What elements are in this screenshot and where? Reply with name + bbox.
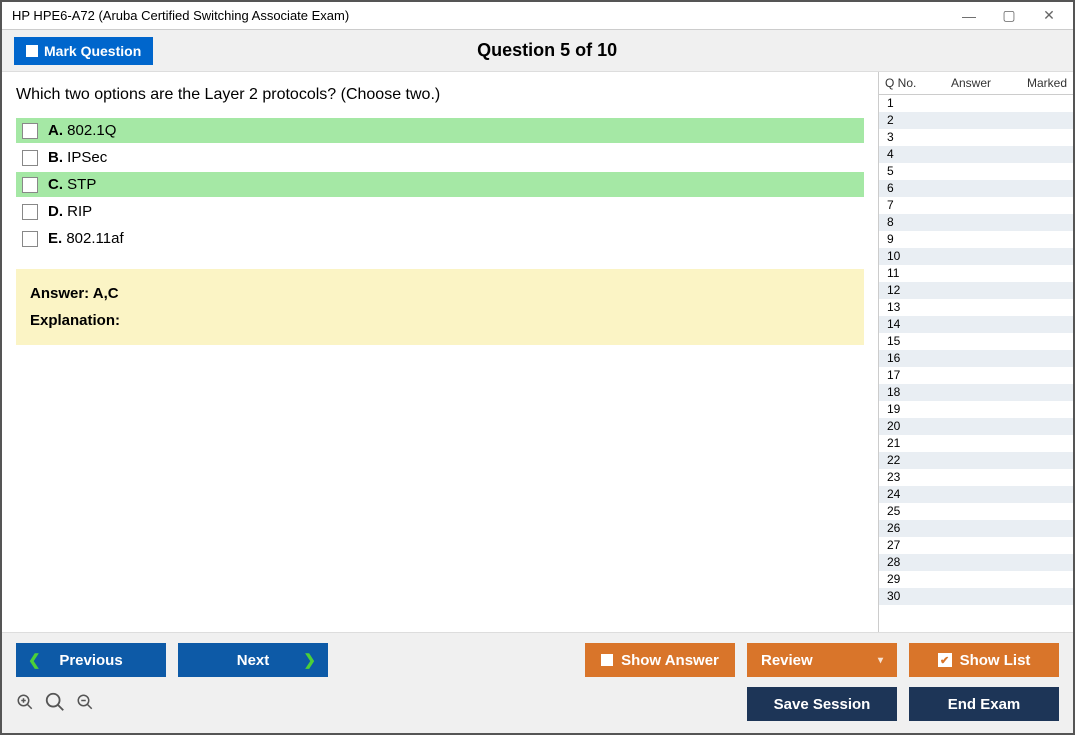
option-checkbox[interactable] bbox=[22, 231, 38, 247]
mark-question-button[interactable]: Mark Question bbox=[14, 37, 153, 65]
review-button[interactable]: Review ▾ bbox=[747, 643, 897, 677]
option-label: E. 802.11af bbox=[48, 230, 124, 247]
body: Which two options are the Layer 2 protoc… bbox=[2, 72, 1073, 632]
list-item[interactable]: 7 bbox=[879, 197, 1073, 214]
question-list-header: Q No. Answer Marked bbox=[879, 72, 1073, 95]
list-item[interactable]: 1 bbox=[879, 95, 1073, 112]
chevron-right-icon: ❯ bbox=[303, 651, 316, 669]
previous-button[interactable]: ❮ Previous bbox=[16, 643, 166, 677]
mark-question-label: Mark Question bbox=[44, 43, 141, 59]
list-item[interactable]: 25 bbox=[879, 503, 1073, 520]
explanation-label: Explanation: bbox=[30, 312, 850, 329]
list-item[interactable]: 2 bbox=[879, 112, 1073, 129]
list-item[interactable]: 21 bbox=[879, 435, 1073, 452]
question-text: Which two options are the Layer 2 protoc… bbox=[16, 86, 864, 104]
header-bar: Mark Question Question 5 of 10 bbox=[2, 30, 1073, 72]
list-item[interactable]: 19 bbox=[879, 401, 1073, 418]
option-label: A. 802.1Q bbox=[48, 122, 116, 139]
footer: ❮ Previous Next ❯ Show Answer Review ▾ ✔… bbox=[2, 632, 1073, 733]
zoom-icon[interactable] bbox=[44, 691, 66, 718]
option-row[interactable]: B. IPSec bbox=[16, 145, 864, 170]
option-row[interactable]: D. RIP bbox=[16, 199, 864, 224]
list-item[interactable]: 14 bbox=[879, 316, 1073, 333]
list-item[interactable]: 10 bbox=[879, 248, 1073, 265]
option-checkbox[interactable] bbox=[22, 204, 38, 220]
option-label: C. STP bbox=[48, 176, 96, 193]
option-checkbox[interactable] bbox=[22, 150, 38, 166]
option-label: B. IPSec bbox=[48, 149, 107, 166]
zoom-controls bbox=[16, 691, 94, 718]
chevron-left-icon: ❮ bbox=[28, 651, 41, 669]
list-item[interactable]: 23 bbox=[879, 469, 1073, 486]
list-item[interactable]: 30 bbox=[879, 588, 1073, 605]
options-list: A. 802.1Q B. IPSec C. STP D. RIP E. 802.11af bbox=[16, 118, 864, 251]
list-item[interactable]: 29 bbox=[879, 571, 1073, 588]
list-item[interactable]: 17 bbox=[879, 367, 1073, 384]
app-window: HP HPE6-A72 (Aruba Certified Switching A… bbox=[0, 0, 1075, 735]
zoom-out-icon[interactable] bbox=[76, 693, 94, 716]
caret-down-icon: ▾ bbox=[878, 655, 883, 666]
question-list[interactable]: 1234567891011121314151617181920212223242… bbox=[879, 95, 1073, 632]
list-item[interactable]: 16 bbox=[879, 350, 1073, 367]
list-item[interactable]: 8 bbox=[879, 214, 1073, 231]
option-checkbox[interactable] bbox=[22, 177, 38, 193]
option-row[interactable]: C. STP bbox=[16, 172, 864, 197]
col-answer: Answer bbox=[925, 76, 1017, 90]
list-item[interactable]: 26 bbox=[879, 520, 1073, 537]
window-title: HP HPE6-A72 (Aruba Certified Switching A… bbox=[12, 8, 949, 23]
question-list-panel: Q No. Answer Marked 12345678910111213141… bbox=[878, 72, 1073, 632]
list-item[interactable]: 12 bbox=[879, 282, 1073, 299]
option-checkbox[interactable] bbox=[22, 123, 38, 139]
option-row[interactable]: A. 802.1Q bbox=[16, 118, 864, 143]
col-marked: Marked bbox=[1017, 76, 1067, 90]
save-session-button[interactable]: Save Session bbox=[747, 687, 897, 721]
show-answer-button[interactable]: Show Answer bbox=[585, 643, 735, 677]
list-item[interactable]: 13 bbox=[879, 299, 1073, 316]
option-label: D. RIP bbox=[48, 203, 92, 220]
answer-box: Answer: A,C Explanation: bbox=[16, 269, 864, 345]
zoom-in-icon[interactable] bbox=[16, 693, 34, 716]
list-item[interactable]: 27 bbox=[879, 537, 1073, 554]
maximize-icon[interactable]: ▢ bbox=[989, 3, 1029, 29]
list-item[interactable]: 28 bbox=[879, 554, 1073, 571]
list-item[interactable]: 15 bbox=[879, 333, 1073, 350]
list-item[interactable]: 4 bbox=[879, 146, 1073, 163]
list-item[interactable]: 22 bbox=[879, 452, 1073, 469]
footer-row-2: Save Session End Exam bbox=[16, 687, 1059, 721]
checkbox-icon bbox=[601, 654, 613, 666]
list-item[interactable]: 6 bbox=[879, 180, 1073, 197]
list-item[interactable]: 5 bbox=[879, 163, 1073, 180]
question-pane: Which two options are the Layer 2 protoc… bbox=[2, 72, 878, 632]
question-counter: Question 5 of 10 bbox=[153, 40, 1061, 61]
col-qno: Q No. bbox=[885, 76, 925, 90]
show-list-button[interactable]: ✔ Show List bbox=[909, 643, 1059, 677]
answer-line: Answer: A,C bbox=[30, 285, 850, 302]
next-button[interactable]: Next ❯ bbox=[178, 643, 328, 677]
checkbox-icon bbox=[26, 45, 38, 57]
titlebar: HP HPE6-A72 (Aruba Certified Switching A… bbox=[2, 2, 1073, 30]
list-item[interactable]: 11 bbox=[879, 265, 1073, 282]
check-icon: ✔ bbox=[938, 653, 952, 667]
footer-row-1: ❮ Previous Next ❯ Show Answer Review ▾ ✔… bbox=[16, 643, 1059, 677]
minimize-icon[interactable]: — bbox=[949, 3, 989, 29]
option-row[interactable]: E. 802.11af bbox=[16, 226, 864, 251]
list-item[interactable]: 3 bbox=[879, 129, 1073, 146]
list-item[interactable]: 24 bbox=[879, 486, 1073, 503]
end-exam-button[interactable]: End Exam bbox=[909, 687, 1059, 721]
close-icon[interactable]: ✕ bbox=[1029, 3, 1069, 29]
list-item[interactable]: 18 bbox=[879, 384, 1073, 401]
list-item[interactable]: 9 bbox=[879, 231, 1073, 248]
list-item[interactable]: 20 bbox=[879, 418, 1073, 435]
